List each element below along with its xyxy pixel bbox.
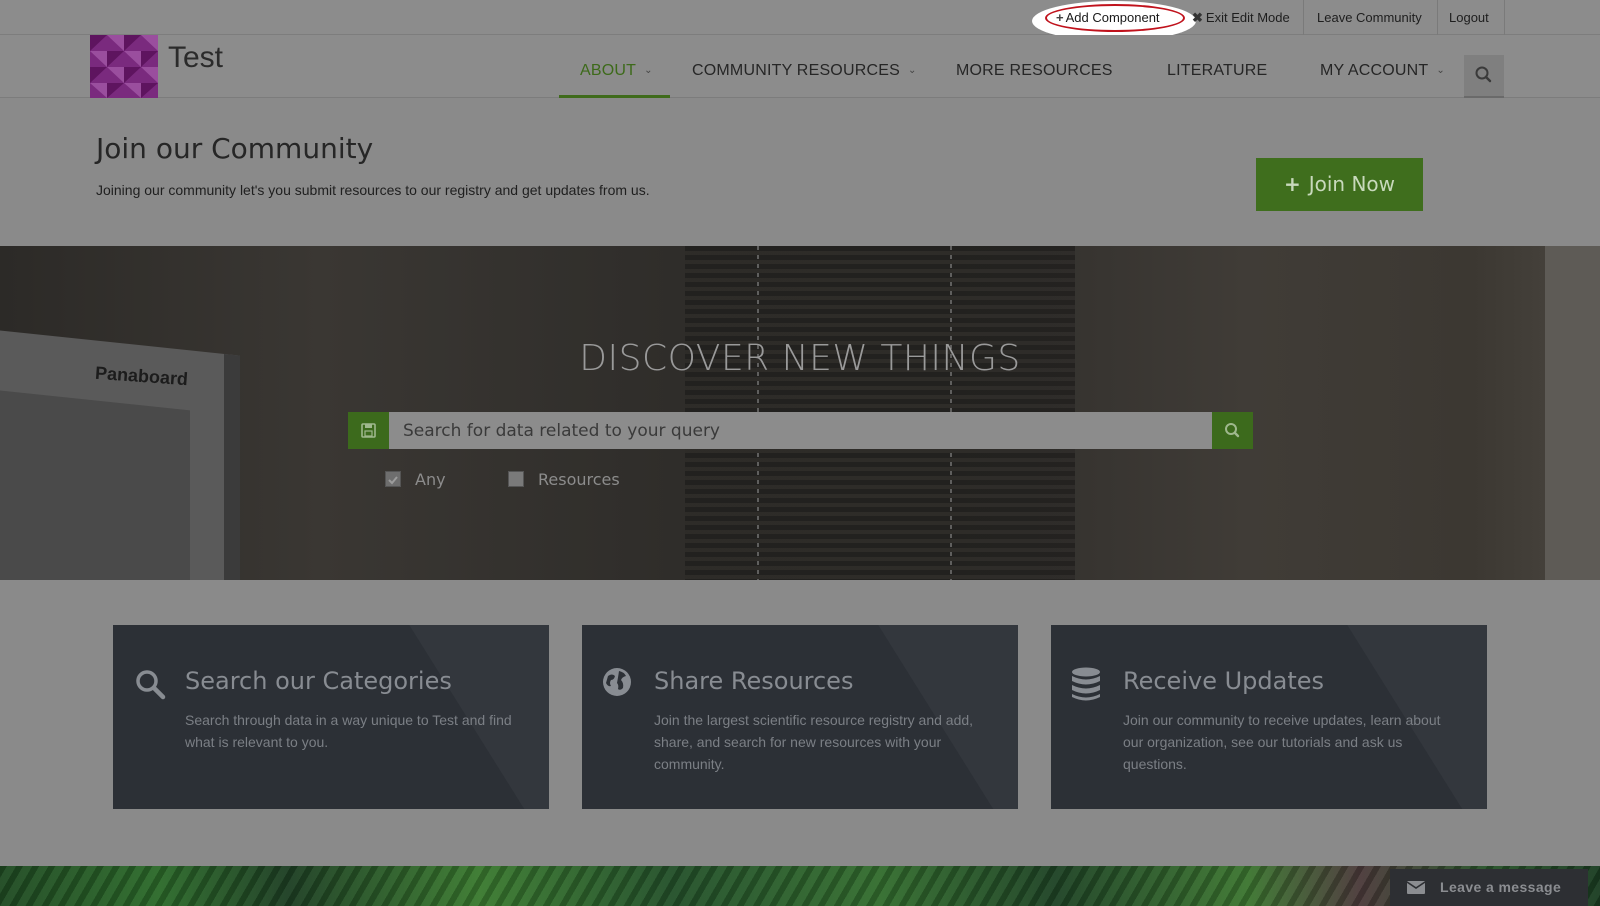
nav-search-button[interactable] xyxy=(1464,55,1504,98)
search-icon xyxy=(136,670,166,700)
save-search-button[interactable] xyxy=(348,412,389,449)
join-now-button[interactable]: + Join Now xyxy=(1256,158,1423,211)
hero-background-board-panel xyxy=(0,388,190,580)
search-submit-button[interactable] xyxy=(1212,412,1253,449)
floppy-disk-icon xyxy=(361,423,376,438)
chevron-down-icon: ⌄ xyxy=(1436,65,1445,76)
feature-card-search[interactable]: Search our Categories Search through dat… xyxy=(113,625,549,809)
search-icon xyxy=(1225,423,1240,438)
feature-card-text: Join the largest scientific resource reg… xyxy=(654,712,974,772)
footer-image-strip xyxy=(0,866,1600,906)
join-description: Joining our community let's you submit r… xyxy=(96,182,650,198)
nav-my-account-label: MY ACCOUNT xyxy=(1320,62,1429,79)
checkbox-checked xyxy=(385,471,401,487)
add-component-link[interactable]: + Add Component xyxy=(1056,0,1160,35)
top-divider xyxy=(1303,0,1304,35)
plus-icon: + xyxy=(1056,10,1064,25)
footer-image-texture xyxy=(0,866,1600,906)
exit-edit-mode-label: Exit Edit Mode xyxy=(1205,10,1290,25)
globe-icon xyxy=(603,668,631,696)
top-divider xyxy=(1504,0,1505,35)
join-banner: Join our Community Joining our community… xyxy=(0,98,1600,246)
leave-community-link[interactable]: Leave Community xyxy=(1317,0,1422,35)
feature-card-text: Join our community to receive updates, l… xyxy=(1123,712,1441,772)
hero-section: Panaboard DISCOVER NEW THINGS Any Resour… xyxy=(0,246,1600,580)
nav-literature[interactable]: LITERATURE xyxy=(1167,62,1267,80)
feature-card-title: Share Resources xyxy=(654,667,854,695)
plus-icon: + xyxy=(1283,172,1301,196)
nav-my-account[interactable]: MY ACCOUNT ⌄ xyxy=(1320,62,1445,80)
feature-card-share[interactable]: Share Resources Join the largest scienti… xyxy=(582,625,1018,809)
hero-title: DISCOVER NEW THINGS xyxy=(579,338,1021,379)
filter-resources-label: Resources xyxy=(538,470,620,489)
feature-card-title: Receive Updates xyxy=(1123,667,1325,695)
site-header: Test ABOUT ⌄ COMMUNITY RESOURCES ⌄ MORE RE… xyxy=(0,35,1600,98)
nav-about-label: ABOUT xyxy=(580,62,637,79)
feature-card-title: Search our Categories xyxy=(185,667,452,695)
nav-community-resources[interactable]: COMMUNITY RESOURCES ⌄ xyxy=(692,62,917,80)
feature-card-updates[interactable]: Receive Updates Join our community to re… xyxy=(1051,625,1487,809)
check-icon xyxy=(388,476,398,485)
hero-background-wall xyxy=(1545,246,1600,580)
nav-community-resources-label: COMMUNITY RESOURCES xyxy=(692,62,900,79)
add-component-label: Add Component xyxy=(1065,10,1160,25)
top-utility-bar: + Add Component ✖ Exit Edit Mode Leave Com… xyxy=(0,0,1600,41)
chevron-down-icon: ⌄ xyxy=(907,65,917,76)
exit-edit-mode-link[interactable]: ✖ Exit Edit Mode xyxy=(1192,0,1290,35)
chevron-down-icon: ⌄ xyxy=(644,65,653,76)
join-now-label: Join Now xyxy=(1308,172,1396,196)
search-bar xyxy=(348,412,1253,449)
join-title: Join our Community xyxy=(96,132,374,165)
brand-name[interactable]: Test xyxy=(168,41,223,75)
site-logo[interactable] xyxy=(90,35,158,98)
leave-message-label: Leave a message xyxy=(1440,879,1562,895)
logout-link[interactable]: Logout xyxy=(1449,0,1489,35)
top-divider xyxy=(1437,0,1438,35)
close-icon: ✖ xyxy=(1192,10,1203,25)
nav-more-resources[interactable]: MORE RESOURCES xyxy=(956,62,1113,80)
checkbox-unchecked xyxy=(508,471,524,487)
nav-about[interactable]: ABOUT ⌄ xyxy=(580,62,653,80)
feature-card-text: Search through data in a way unique to T… xyxy=(185,712,512,750)
filter-any-label: Any xyxy=(415,470,446,489)
database-icon xyxy=(1072,667,1100,701)
search-input[interactable] xyxy=(389,412,1212,449)
search-icon xyxy=(1475,66,1492,83)
features-section: Search our Categories Search through dat… xyxy=(0,580,1600,866)
envelope-icon xyxy=(1406,881,1426,894)
leave-message-tab[interactable]: Leave a message xyxy=(1390,869,1588,906)
